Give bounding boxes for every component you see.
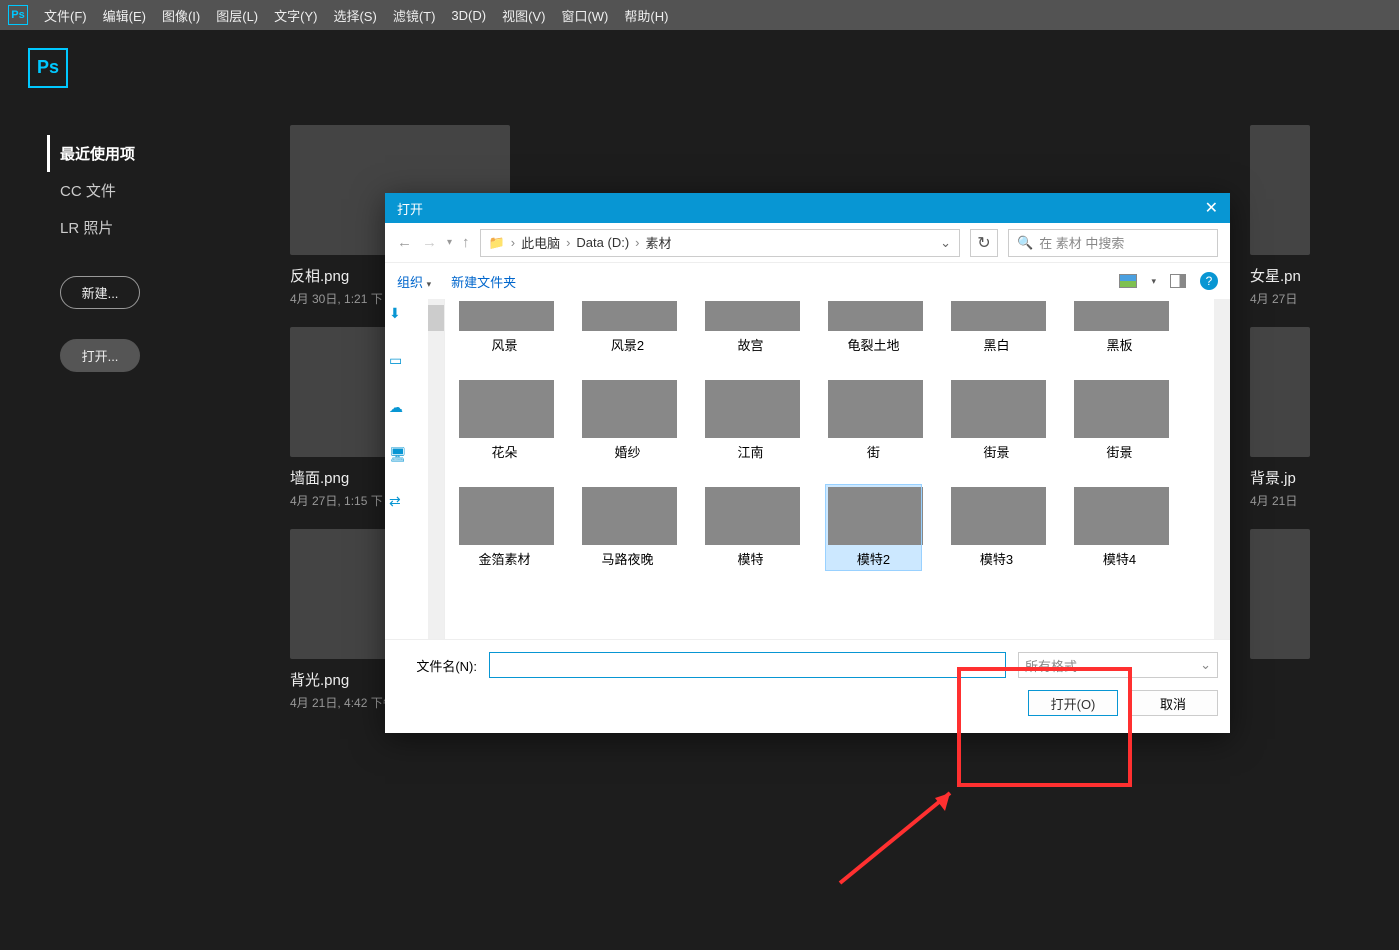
file-item[interactable]: 金箔素材 <box>457 485 552 570</box>
file-item[interactable]: 模特4 <box>1072 485 1167 570</box>
file-item[interactable]: 黑白 <box>949 299 1044 356</box>
menu-layer[interactable]: 图层(L) <box>216 6 258 25</box>
filename-label: 文件名(N): <box>397 656 477 675</box>
back-icon[interactable]: ← <box>397 234 412 251</box>
forward-icon[interactable]: → <box>422 234 437 251</box>
menu-type[interactable]: 文字(Y) <box>274 6 317 25</box>
up-icon[interactable]: ↑ <box>462 234 470 251</box>
dialog-titlebar: 打开 ✕ <box>385 193 1230 223</box>
view-mode-icon[interactable] <box>1119 274 1137 288</box>
file-item[interactable]: 婚纱 <box>580 378 675 463</box>
recent-dropdown-icon[interactable]: ▾ <box>447 237 452 248</box>
new-folder-button[interactable]: 新建文件夹 <box>451 272 516 291</box>
app-header: Ps <box>0 30 1399 105</box>
file-item[interactable]: 江南 <box>703 378 798 463</box>
ps-logo-large-icon: Ps <box>28 48 68 88</box>
file-item[interactable]: 街 <box>826 378 921 463</box>
menu-file[interactable]: 文件(F) <box>44 6 87 25</box>
files-scrollbar[interactable] <box>1214 299 1230 639</box>
home-sidebar: 最近使用项 CC 文件 LR 照片 新建... 打开... <box>0 105 270 950</box>
file-list: 风景 风景2 故宫 龟裂土地 黑白 黑板 花朵 婚纱 江南 街 街景 街景 金箔… <box>445 299 1230 639</box>
file-item[interactable]: 风景2 <box>580 299 675 356</box>
open-confirm-button[interactable]: 打开(O) <box>1028 690 1118 716</box>
sidebar-item-cc[interactable]: CC 文件 <box>60 172 270 209</box>
recent-card[interactable]: 女星.pn4月 27日 <box>1250 125 1310 307</box>
search-placeholder: 在 素材 中搜索 <box>1039 233 1124 252</box>
dialog-body: ⬇▭☁🖥⇄ 风景 风景2 故宫 龟裂土地 黑白 黑板 花朵 婚纱 江南 街 街景… <box>385 299 1230 639</box>
folder-tree[interactable]: ⬇▭☁🖥⇄ <box>385 299 445 639</box>
menu-bar: Ps 文件(F) 编辑(E) 图像(I) 图层(L) 文字(Y) 选择(S) 滤… <box>0 0 1399 30</box>
filetype-select[interactable]: 所有格式⌄ <box>1018 652 1218 678</box>
preview-pane-icon[interactable] <box>1170 274 1186 288</box>
dialog-nav: ← → ▾ ↑ 📁 › 此电脑 › Data (D:) › 素材 ⌄ ↻ 🔍 在… <box>385 223 1230 263</box>
close-icon[interactable]: ✕ <box>1205 198 1218 218</box>
menu-image[interactable]: 图像(I) <box>162 6 200 25</box>
chevron-down-icon[interactable]: ▾ <box>1151 276 1156 287</box>
file-item[interactable]: 街景 <box>949 378 1044 463</box>
ps-logo-icon: Ps <box>8 5 28 25</box>
breadcrumb-drive[interactable]: Data (D:) <box>576 235 629 250</box>
address-bar[interactable]: 📁 › 此电脑 › Data (D:) › 素材 ⌄ <box>480 229 960 257</box>
organize-menu[interactable]: 组织 ▾ <box>397 272 431 291</box>
menu-window[interactable]: 窗口(W) <box>561 6 608 25</box>
dialog-toolbar: 组织 ▾ 新建文件夹 ▾ ? <box>385 263 1230 299</box>
menu-help[interactable]: 帮助(H) <box>624 6 668 25</box>
tree-scrollbar[interactable] <box>428 299 444 639</box>
file-item[interactable]: 模特3 <box>949 485 1044 570</box>
menu-3d[interactable]: 3D(D) <box>451 8 486 23</box>
file-item[interactable]: 风景 <box>457 299 552 356</box>
file-item[interactable]: 龟裂土地 <box>826 299 921 356</box>
file-item[interactable]: 街景 <box>1072 378 1167 463</box>
file-item[interactable]: 故宫 <box>703 299 798 356</box>
menu-edit[interactable]: 编辑(E) <box>103 6 146 25</box>
sidebar-item-recent[interactable]: 最近使用项 <box>47 135 270 172</box>
file-item-selected[interactable]: 模特2 <box>826 485 921 570</box>
file-item[interactable]: 花朵 <box>457 378 552 463</box>
help-icon[interactable]: ? <box>1200 272 1218 290</box>
recent-card[interactable] <box>1250 529 1310 711</box>
filename-input[interactable] <box>489 652 1006 678</box>
refresh-icon[interactable]: ↻ <box>970 229 998 257</box>
open-file-dialog: 打开 ✕ ← → ▾ ↑ 📁 › 此电脑 › Data (D:) › 素材 ⌄ … <box>385 193 1230 733</box>
folder-icon: 📁 <box>489 235 505 251</box>
search-icon: 🔍 <box>1017 235 1033 251</box>
open-button[interactable]: 打开... <box>60 339 140 372</box>
cancel-button[interactable]: 取消 <box>1128 690 1218 716</box>
dialog-footer: 文件名(N): 所有格式⌄ 打开(O) 取消 <box>385 639 1230 728</box>
menu-select[interactable]: 选择(S) <box>333 6 376 25</box>
chevron-down-icon[interactable]: ⌄ <box>940 235 951 251</box>
menu-view[interactable]: 视图(V) <box>502 6 545 25</box>
file-item[interactable]: 模特 <box>703 485 798 570</box>
recent-card[interactable]: 背景.jp4月 21日 <box>1250 327 1310 509</box>
search-input[interactable]: 🔍 在 素材 中搜索 <box>1008 229 1218 257</box>
file-item[interactable]: 黑板 <box>1072 299 1167 356</box>
file-item[interactable]: 马路夜晚 <box>580 485 675 570</box>
breadcrumb-root[interactable]: 此电脑 <box>521 233 560 252</box>
dialog-title: 打开 <box>397 199 423 218</box>
menu-filter[interactable]: 滤镜(T) <box>393 6 436 25</box>
sidebar-item-lr[interactable]: LR 照片 <box>60 209 270 246</box>
breadcrumb-folder[interactable]: 素材 <box>646 233 672 252</box>
new-button[interactable]: 新建... <box>60 276 140 309</box>
